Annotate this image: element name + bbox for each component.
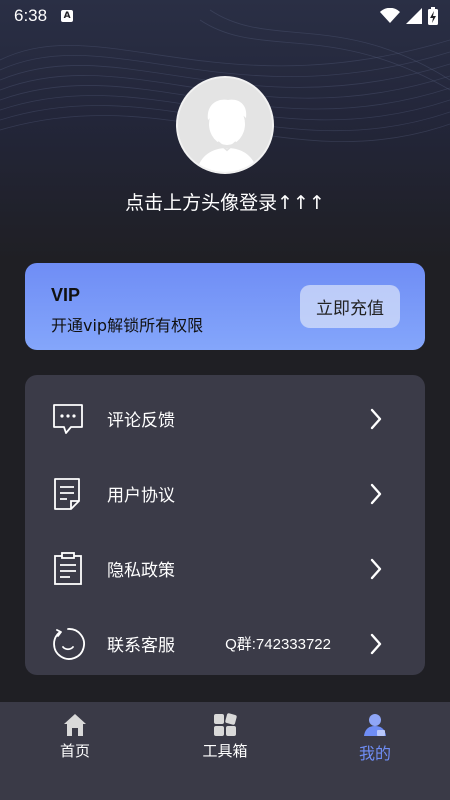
menu-item-label: 评论反馈 [107,411,175,431]
recharge-button[interactable]: 立即充值 [300,285,400,328]
vip-title: VIP [51,285,81,305]
bottom-navigation: 首页 工具箱 我的 [0,702,450,800]
menu-item-label: 隐私政策 [107,561,175,581]
tab-home[interactable]: 首页 [25,712,125,792]
status-bar: 6:38 A [0,0,450,32]
wifi-icon [380,8,400,23]
menu-item-privacy-policy[interactable]: 隐私政策 [25,531,425,606]
toolbox-icon [214,713,237,736]
qq-group-number: Q群:742333722 [225,636,331,653]
chevron-right-icon [370,483,382,504]
document-icon [54,477,80,510]
status-time: 6:38 [14,6,48,25]
chevron-right-icon [370,558,382,579]
vip-subtitle: 开通vip解锁所有权限 [51,316,204,335]
login-prompt[interactable]: 点击上方头像登录↑↑↑ [0,188,450,215]
notification-a-icon: A [61,10,74,22]
battery-icon [428,7,438,25]
tab-toolbox[interactable]: 工具箱 [175,712,275,792]
tab-label: 首页 [59,742,90,760]
profile-icon [364,714,386,736]
chevron-right-icon [370,408,382,429]
default-avatar-icon [178,78,272,172]
chevron-right-icon [370,633,382,654]
clipboard-icon [54,551,82,585]
menu-item-label: 联系客服 [107,636,175,656]
menu-item-customer-service[interactable]: 联系客服 Q群:742333722 [25,606,425,681]
home-icon [64,714,86,736]
customer-service-icon [53,627,85,660]
menu-item-label: 用户协议 [107,486,175,506]
avatar[interactable] [176,76,274,174]
signal-icon [406,8,422,24]
menu-item-feedback[interactable]: 评论反馈 [25,381,425,456]
menu-item-user-agreement[interactable]: 用户协议 [25,456,425,531]
vip-card[interactable]: VIP 开通vip解锁所有权限 立即充值 [25,263,425,350]
tab-label: 我的 [358,744,391,763]
tab-label: 工具箱 [202,742,248,760]
status-indicators [380,7,438,25]
chat-bubble-icon [53,403,83,434]
tab-mine[interactable]: 我的 [325,712,425,792]
menu-card: 评论反馈 用户协议 隐私政策 联系客服 Q群:742333722 [25,375,425,675]
